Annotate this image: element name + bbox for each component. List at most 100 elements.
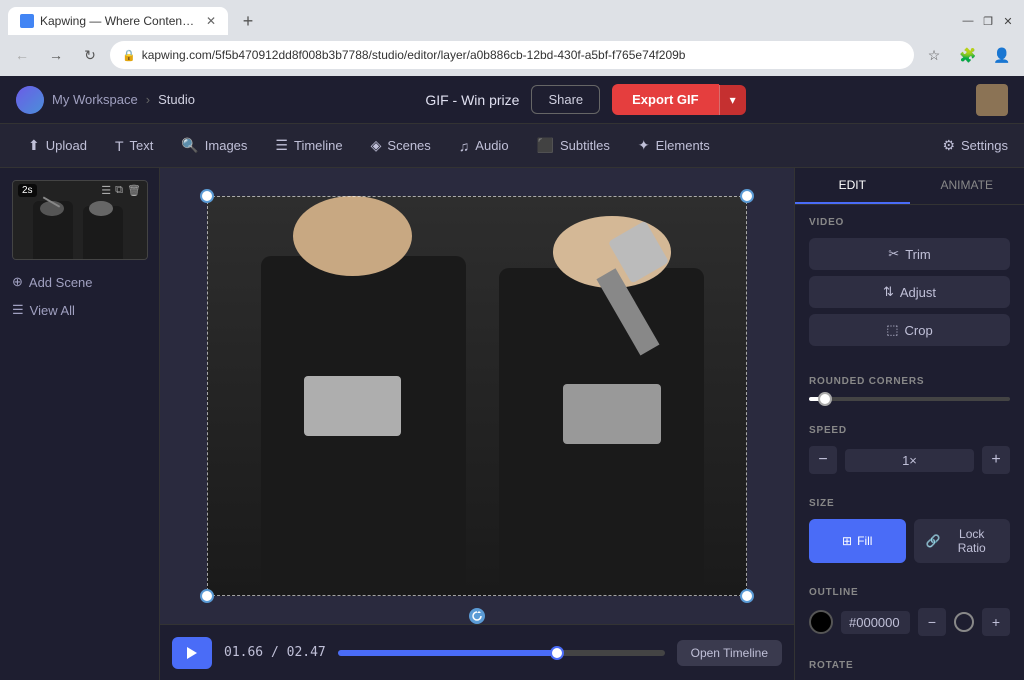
address-text: kapwing.com/5f5b470912dd8f008b3b7788/stu… — [142, 48, 686, 62]
refresh-btn[interactable]: ↻ — [76, 41, 104, 69]
project-title: GIF - Win prize — [425, 92, 519, 108]
address-field[interactable]: 🔒 kapwing.com/5f5b470912dd8f008b3b7788/s… — [110, 41, 914, 69]
workspace-link[interactable]: My Workspace — [52, 92, 138, 107]
outline-color-value[interactable]: #000000 — [841, 611, 910, 634]
settings-label: Settings — [961, 138, 1008, 153]
progress-thumb[interactable] — [550, 646, 564, 660]
timeline-btn[interactable]: ☰ Timeline — [263, 131, 354, 160]
scene-controls: ☰ ⧉ 🗑 — [101, 184, 141, 197]
scenes-label: Scenes — [387, 138, 430, 153]
browser-tab[interactable]: Kapwing — Where Content Crea... ✕ — [8, 7, 228, 35]
elements-label: Elements — [656, 138, 710, 153]
extensions-btn[interactable]: 🧩 — [954, 41, 982, 69]
text-label: Text — [130, 138, 154, 153]
outline-minus-btn[interactable]: − — [918, 608, 946, 636]
add-scene-btn[interactable]: ⊕ Add Scene — [0, 268, 159, 296]
scene-delete-btn[interactable]: 🗑 — [127, 184, 141, 197]
text-btn[interactable]: T Text — [103, 132, 165, 160]
time-current: 01.66 — [224, 645, 263, 660]
text-icon: T — [115, 138, 124, 154]
export-button[interactable]: Export GIF — [612, 84, 718, 115]
crop-btn[interactable]: ⬚ Crop — [809, 314, 1010, 346]
speed-value: 1× — [845, 449, 974, 472]
elements-icon: ✦ — [638, 137, 650, 154]
speed-plus-btn[interactable]: + — [982, 446, 1010, 474]
trim-btn[interactable]: ✂ Trim — [809, 238, 1010, 270]
fill-btn[interactable]: ⊞ Fill — [809, 519, 906, 563]
window-controls: — ❐ ✕ — [960, 13, 1016, 29]
tab-close-btn[interactable]: ✕ — [206, 14, 216, 28]
share-button[interactable]: Share — [531, 85, 600, 114]
subtitles-label: Subtitles — [560, 138, 610, 153]
open-timeline-btn[interactable]: Open Timeline — [677, 640, 782, 666]
tab-animate[interactable]: ANIMATE — [910, 168, 1024, 204]
scene-item[interactable]: 2s ☰ ⧉ 🗑 — [12, 180, 147, 260]
rounded-corners-slider[interactable] — [809, 397, 1010, 401]
speed-section: SPEED − 1× + — [795, 413, 1024, 486]
speed-minus-btn[interactable]: − — [809, 446, 837, 474]
app: My Workspace › Studio GIF - Win prize Sh… — [0, 76, 1024, 680]
add-scene-icon: ⊕ — [12, 274, 23, 290]
profile-btn[interactable]: 👤 — [988, 41, 1016, 69]
browser-chrome: Kapwing — Where Content Crea... ✕ + — ❐ … — [0, 0, 1024, 76]
elements-btn[interactable]: ✦ Elements — [626, 131, 722, 160]
rotation-handle[interactable] — [469, 608, 485, 624]
settings-btn[interactable]: ⚙ Settings — [942, 137, 1008, 154]
video-section-label: VIDEO — [809, 217, 1010, 228]
scenes-btn[interactable]: ◈ Scenes — [359, 131, 443, 160]
scene-copy-btn[interactable]: ⧉ — [115, 184, 123, 197]
address-bar-row: ← → ↻ 🔒 kapwing.com/5f5b470912dd8f008b3b… — [0, 36, 1024, 76]
speed-section-label: SPEED — [809, 425, 1010, 436]
view-all-btn[interactable]: ☰ View All — [0, 296, 159, 324]
title-bar: Kapwing — Where Content Crea... ✕ + — ❐ … — [0, 0, 1024, 36]
speed-control: − 1× + — [809, 446, 1010, 474]
trim-icon: ✂ — [888, 246, 899, 262]
play-button[interactable] — [172, 637, 212, 669]
audio-btn[interactable]: ♫ Audio — [447, 132, 521, 160]
close-btn[interactable]: ✕ — [1000, 13, 1016, 29]
outline-section: OUTLINE #000000 − + — [795, 575, 1024, 648]
subtitles-btn[interactable]: ⬛ Subtitles — [525, 131, 622, 160]
user-avatar[interactable] — [976, 84, 1008, 116]
tab-edit[interactable]: EDIT — [795, 168, 910, 204]
video-canvas[interactable] — [207, 196, 747, 596]
minimize-btn[interactable]: — — [960, 13, 976, 29]
handle-bottom-right[interactable] — [740, 589, 754, 603]
adjust-label: Adjust — [900, 285, 936, 300]
time-display: 01.66 / 02.47 — [224, 645, 326, 660]
export-dropdown-btn[interactable]: ▾ — [719, 85, 746, 115]
canvas-wrapper[interactable] — [160, 168, 794, 624]
outline-color-swatch[interactable] — [809, 610, 833, 634]
breadcrumb-current: Studio — [158, 92, 195, 107]
progress-bar[interactable] — [338, 650, 665, 656]
crop-label: Crop — [905, 323, 933, 338]
handle-top-right[interactable] — [740, 189, 754, 203]
lock-ratio-btn[interactable]: 🔗 Lock Ratio — [914, 519, 1011, 563]
add-scene-label: Add Scene — [29, 275, 93, 290]
upload-btn[interactable]: ⬆ Upload — [16, 131, 99, 160]
new-tab-btn[interactable]: + — [234, 7, 262, 35]
slider-container — [809, 397, 1010, 401]
view-all-icon: ☰ — [12, 302, 24, 318]
lock-icon: 🔒 — [122, 49, 136, 62]
settings-icon: ⚙ — [942, 137, 955, 154]
handle-bottom-left[interactable] — [200, 589, 214, 603]
rotate-section: ROTATE — [795, 648, 1024, 680]
scene-menu-btn[interactable]: ☰ — [101, 184, 111, 197]
toolbar: ⬆ Upload T Text 🔍 Images ☰ Timeline ◈ Sc… — [0, 124, 1024, 168]
handle-top-left[interactable] — [200, 189, 214, 203]
workspace-avatar — [16, 86, 44, 114]
images-btn[interactable]: 🔍 Images — [169, 131, 259, 160]
bookmark-btn[interactable]: ☆ — [920, 41, 948, 69]
panel-tabs: EDIT ANIMATE — [795, 168, 1024, 205]
audio-label: Audio — [475, 138, 508, 153]
rounded-corners-section: ROUNDED CORNERS — [795, 364, 1024, 413]
progress-fill — [338, 650, 557, 656]
upload-icon: ⬆ — [28, 137, 40, 154]
export-btn-group: Export GIF ▾ — [612, 84, 745, 115]
back-btn[interactable]: ← — [8, 41, 36, 69]
outline-plus-btn[interactable]: + — [982, 608, 1010, 636]
maximize-btn[interactable]: ❐ — [980, 13, 996, 29]
adjust-btn[interactable]: ⇅ Adjust — [809, 276, 1010, 308]
forward-btn[interactable]: → — [42, 41, 70, 69]
